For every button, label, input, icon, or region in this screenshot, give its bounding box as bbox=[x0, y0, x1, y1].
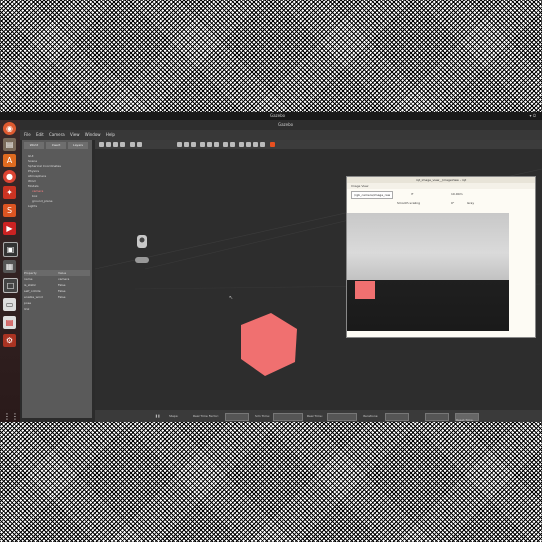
tree-item-lights[interactable]: Lights bbox=[28, 204, 37, 208]
system-tray[interactable]: ▾ ⏻ bbox=[530, 112, 536, 120]
view-angle-icon[interactable] bbox=[253, 142, 258, 147]
refresh-icon[interactable]: ⟳ bbox=[411, 191, 414, 197]
drive-icon[interactable]: ▭ bbox=[3, 298, 16, 311]
rtf-field bbox=[225, 413, 249, 421]
rotation-value[interactable]: 0° bbox=[451, 200, 454, 206]
top-bar-title: Gazebo bbox=[270, 113, 286, 118]
tree-item-camera[interactable]: camera bbox=[32, 189, 43, 193]
camera-image-cube bbox=[355, 281, 375, 299]
property-key: pose bbox=[24, 301, 32, 305]
gazebo-menu-bar: File Edit Camera View Window Help bbox=[20, 130, 542, 140]
menu-window[interactable]: Window bbox=[85, 132, 101, 137]
align-icon[interactable] bbox=[239, 142, 244, 147]
tree-item-gui[interactable]: GUI bbox=[28, 154, 33, 158]
app-icon[interactable]: ▶ bbox=[3, 222, 16, 235]
gazebo-window-title: Gazebo bbox=[278, 122, 294, 127]
ros-tool-icon[interactable]: ✦ bbox=[3, 186, 16, 199]
software-icon[interactable]: A bbox=[3, 154, 16, 167]
property-key: self_collide bbox=[24, 289, 41, 293]
real-time-field bbox=[327, 413, 357, 421]
reset-time-button[interactable]: Reset Time bbox=[455, 413, 479, 422]
box-model[interactable] bbox=[241, 313, 297, 376]
plugin-title-bar: Image View bbox=[347, 183, 535, 189]
zoom-field[interactable]: 10.00m bbox=[451, 191, 463, 197]
chrome-icon[interactable]: ● bbox=[3, 170, 16, 183]
directional-light-icon[interactable] bbox=[214, 142, 219, 147]
copy-icon[interactable] bbox=[223, 142, 228, 147]
record-icon[interactable] bbox=[270, 142, 275, 147]
box-shape-icon[interactable] bbox=[177, 142, 182, 147]
tab-world[interactable]: World bbox=[24, 142, 44, 149]
property-table: Property Value name camera is_static Fal… bbox=[24, 270, 90, 312]
steps-label: Steps: bbox=[169, 414, 179, 418]
menu-view[interactable]: View bbox=[70, 132, 80, 137]
fps-field bbox=[425, 413, 449, 421]
tab-layers[interactable]: Layers bbox=[68, 142, 88, 149]
undo-icon[interactable] bbox=[130, 142, 135, 147]
plugin-title: Image View bbox=[351, 184, 369, 188]
sim-time-label: Sim Time: bbox=[255, 414, 270, 418]
tree-item-box[interactable]: box bbox=[32, 194, 37, 198]
real-time-label: Real Time: bbox=[307, 414, 323, 418]
select-icon[interactable] bbox=[99, 142, 104, 147]
menu-edit[interactable]: Edit bbox=[36, 132, 44, 137]
files-icon[interactable]: ▤ bbox=[3, 138, 16, 151]
redo-icon[interactable] bbox=[137, 142, 142, 147]
property-row[interactable]: link bbox=[24, 306, 90, 312]
desktop-screen: Gazebo ▾ ⏻ ◉ ▤ A ● ✦ S ▶ ▣ ▦ □ ▭ ▤ ⚙ ⋮⋮ … bbox=[0, 112, 542, 422]
gazebo-title-bar: Gazebo bbox=[20, 120, 542, 130]
tree-item-scene[interactable]: Scene bbox=[28, 159, 37, 163]
window-icon[interactable]: □ bbox=[3, 278, 18, 293]
viewport-toolbar bbox=[95, 140, 542, 149]
rotation-mode-select[interactable]: Gray bbox=[467, 200, 474, 206]
tree-item-models[interactable]: Models bbox=[28, 184, 39, 188]
snap-icon[interactable] bbox=[246, 142, 251, 147]
terminal-icon[interactable]: ▣ bbox=[3, 242, 18, 257]
sublime-icon[interactable]: S bbox=[3, 204, 16, 217]
status-bar: ❚❚ Steps: Real Time Factor: Sim Time: Re… bbox=[95, 410, 542, 422]
spot-light-icon[interactable] bbox=[207, 142, 212, 147]
tree-item-atmosphere[interactable]: Atmosphere bbox=[28, 174, 46, 178]
cylinder-shape-icon[interactable] bbox=[191, 142, 196, 147]
camera-image[interactable] bbox=[347, 213, 509, 331]
world-panel: World Insert Layers GUI Scene Spherical … bbox=[22, 140, 92, 418]
rtf-label: Real Time Factor: bbox=[193, 414, 219, 418]
sphere-shape-icon[interactable] bbox=[184, 142, 189, 147]
paste-icon[interactable] bbox=[230, 142, 235, 147]
screenshot-icon[interactable] bbox=[260, 142, 265, 147]
monitor-icon[interactable]: ▦ bbox=[3, 260, 16, 273]
menu-camera[interactable]: Camera bbox=[49, 132, 65, 137]
property-key: name bbox=[24, 277, 33, 281]
topic-selector[interactable]: /rgb_camera/image_raw bbox=[351, 191, 394, 199]
scale-icon[interactable] bbox=[120, 142, 125, 147]
sim-time-field bbox=[273, 413, 303, 421]
pause-icon[interactable]: ❚❚ bbox=[155, 410, 160, 422]
apps-grid-icon[interactable]: ⋮⋮ bbox=[3, 410, 19, 422]
tree-item-ground-plane[interactable]: ground_plane bbox=[32, 199, 52, 203]
launcher-dock: ◉ ▤ A ● ✦ S ▶ ▣ ▦ □ ▭ ▤ ⚙ ⋮⋮ bbox=[0, 120, 20, 422]
tree-item-spherical[interactable]: Spherical Coordinates bbox=[28, 164, 61, 168]
smooth-scaling-checkbox[interactable]: Smooth scaling bbox=[397, 200, 420, 206]
iterations-field bbox=[385, 413, 409, 421]
camera-model[interactable] bbox=[135, 235, 149, 263]
iterations-label: Iterations: bbox=[363, 414, 379, 418]
tree-item-physics[interactable]: Physics bbox=[28, 169, 39, 173]
tree-item-wind[interactable]: Wind bbox=[28, 179, 36, 183]
ubuntu-logo-icon[interactable]: ◉ bbox=[3, 122, 16, 135]
menu-help[interactable]: Help bbox=[106, 132, 115, 137]
menu-file[interactable]: File bbox=[24, 132, 31, 137]
property-key: enable_wind bbox=[24, 295, 43, 299]
point-light-icon[interactable] bbox=[200, 142, 205, 147]
document-icon[interactable]: ▤ bbox=[3, 316, 16, 329]
translate-icon[interactable] bbox=[106, 142, 111, 147]
system-top-bar: Gazebo ▾ ⏻ bbox=[0, 112, 542, 120]
property-key: is_static bbox=[24, 283, 37, 287]
property-key: link bbox=[24, 307, 30, 311]
rotate-icon[interactable] bbox=[113, 142, 118, 147]
settings-icon[interactable]: ⚙ bbox=[3, 334, 16, 347]
tab-insert[interactable]: Insert bbox=[46, 142, 66, 149]
image-view-window: rqt_image_view__ImageView - rqt Image Vi… bbox=[346, 176, 536, 338]
svg-text:↖: ↖ bbox=[229, 295, 233, 301]
property-header-name: Property bbox=[24, 271, 37, 275]
